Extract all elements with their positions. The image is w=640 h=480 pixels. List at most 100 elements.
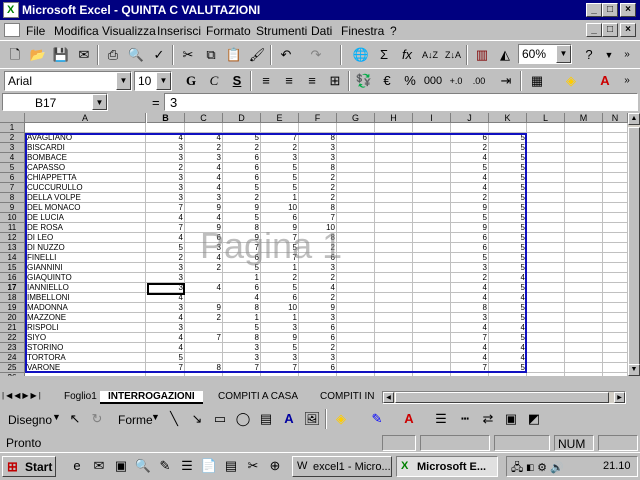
help-icon[interactable]: ? (578, 44, 600, 66)
active-cell-b17[interactable] (147, 283, 185, 295)
column-header-l[interactable]: L (527, 113, 565, 123)
open-icon[interactable]: 📂 (27, 44, 49, 66)
menu-finestra[interactable]: Finestra (341, 24, 384, 38)
column-header-c[interactable]: C (185, 113, 223, 123)
cell-a[interactable] (27, 123, 144, 133)
euro-icon[interactable]: € (376, 70, 398, 92)
horizontal-scrollbar[interactable]: ◀ ▶ (382, 391, 626, 404)
row-header[interactable]: 18 (0, 293, 25, 303)
arrow-style-icon[interactable]: ⇄ (477, 408, 499, 430)
zoom-select[interactable]: 60% ▼ (518, 44, 572, 64)
scroll-left-icon[interactable]: ◀ (383, 392, 394, 403)
row-header[interactable]: 12 (0, 233, 25, 243)
cell-e[interactable] (263, 123, 297, 133)
italic-icon[interactable]: C (203, 70, 225, 92)
row-header[interactable]: 10 (0, 213, 25, 223)
doc-close-button[interactable]: × (620, 23, 636, 37)
copy-icon[interactable]: ⧉ (200, 44, 222, 66)
scroll-down-icon[interactable]: ▼ (628, 364, 640, 376)
menu-dati[interactable]: Dati (311, 24, 332, 38)
cell-k[interactable] (491, 123, 525, 133)
more-buttons-icon[interactable]: » (616, 44, 638, 66)
underline-icon[interactable]: S (226, 70, 248, 92)
outlook-icon[interactable]: ✉ (88, 455, 110, 477)
tab-foglio1[interactable]: Foglio1 (56, 391, 105, 404)
row-header[interactable]: 13 (0, 243, 25, 253)
desktop-icon[interactable]: ▣ (110, 455, 132, 477)
select-all-corner[interactable] (0, 113, 25, 123)
borders-icon[interactable]: ▦ (526, 70, 548, 92)
align-right-icon[interactable]: ≡ (301, 70, 323, 92)
draw-menu[interactable]: Disegno (8, 413, 52, 427)
autoshapes-menu[interactable]: Forme (118, 413, 153, 427)
paste-icon[interactable]: 📋 (223, 44, 245, 66)
wordart-icon[interactable]: A (278, 408, 300, 430)
row-header[interactable]: 21 (0, 323, 25, 333)
merge-center-icon[interactable]: ⊞ (324, 70, 346, 92)
task-microsoft-excel[interactable]: X Microsoft E... (396, 456, 498, 477)
currency-icon[interactable]: 💱 (353, 70, 375, 92)
font-color-icon[interactable]: A (398, 408, 420, 430)
drawing-icon[interactable]: ◭ (494, 44, 516, 66)
sort-descending-icon[interactable]: Z↓A (442, 44, 464, 66)
spelling-icon[interactable]: ✓ (148, 44, 170, 66)
row-header[interactable]: 20 (0, 313, 25, 323)
row-header[interactable]: 1 (0, 123, 25, 133)
row-header[interactable]: 15 (0, 263, 25, 273)
bold-icon[interactable]: G (180, 70, 202, 92)
function-icon[interactable]: fx (396, 44, 418, 66)
font-color-icon[interactable]: A (594, 70, 616, 92)
row-header[interactable]: 2 (0, 133, 25, 143)
column-header-j[interactable]: J (451, 113, 489, 123)
row-header[interactable]: 23 (0, 343, 25, 353)
chevron-down-icon[interactable]: ▼ (116, 72, 131, 90)
hscroll-thumb[interactable] (395, 392, 609, 403)
row-header[interactable]: 4 (0, 153, 25, 163)
row-header[interactable]: 17 (0, 283, 25, 293)
formula-input[interactable]: 3 (164, 93, 638, 111)
row-header[interactable]: 16 (0, 273, 25, 283)
cell-j[interactable] (453, 123, 487, 133)
save-icon[interactable]: 💾 (50, 44, 72, 66)
chevron-down-icon[interactable]: ▼ (52, 412, 61, 422)
row-header[interactable]: 3 (0, 143, 25, 153)
quicklaunch-icon-2[interactable]: ☰ (176, 455, 198, 477)
print-icon[interactable]: ⎙ (102, 44, 124, 66)
column-header-k[interactable]: K (489, 113, 527, 123)
line-style-icon[interactable]: ☰ (430, 408, 452, 430)
select-objects-icon[interactable]: ↖ (64, 408, 86, 430)
row-header[interactable]: 11 (0, 223, 25, 233)
align-center-icon[interactable]: ≡ (278, 70, 300, 92)
new-icon[interactable]: 🗋 (4, 44, 26, 66)
thousands-icon[interactable]: 000 (422, 70, 444, 92)
ie-icon[interactable]: e (66, 455, 88, 477)
3d-icon[interactable]: ◩ (523, 408, 545, 430)
clipart-icon[interactable]: 🖼 (301, 408, 323, 430)
menu-file[interactable]: File (26, 24, 45, 38)
maximize-button[interactable]: □ (602, 3, 618, 17)
row-header[interactable]: 8 (0, 193, 25, 203)
column-header-e[interactable]: E (261, 113, 299, 123)
cell-d[interactable] (225, 123, 259, 133)
minimize-button[interactable]: _ (586, 3, 602, 17)
name-box[interactable]: B17 ▼ (2, 93, 108, 111)
row-header[interactable]: 25 (0, 363, 25, 373)
menu-visualizza[interactable]: Visualizza (102, 24, 156, 38)
tray-icons[interactable]: 🖧 ◧ ⚙ 🔊 (511, 459, 564, 478)
worksheet-grid[interactable]: ABCDEFGHIJKLMN 1 2 AVAGLIANO 4 4 5 7 8 6 5 3 BISCAR… (0, 113, 628, 376)
cell-f[interactable] (301, 123, 335, 133)
task-excel1[interactable]: W excel1 - Micro... (292, 456, 392, 477)
chevron-down-icon[interactable]: ▼ (151, 412, 160, 422)
decrease-decimal-icon[interactable]: .00 (468, 70, 490, 92)
oval-icon[interactable]: ◯ (232, 408, 254, 430)
quicklaunch-icon-5[interactable]: ✂ (242, 455, 264, 477)
menu-formato[interactable]: Formato (206, 24, 251, 38)
more-buttons-icon[interactable]: » (616, 70, 638, 92)
row-header[interactable]: 5 (0, 163, 25, 173)
column-header-a[interactable]: A (25, 113, 146, 123)
sort-ascending-icon[interactable]: A↓Z (419, 44, 441, 66)
percent-icon[interactable]: % (399, 70, 421, 92)
quicklaunch-icon-3[interactable]: 📄 (198, 455, 220, 477)
menu-modifica[interactable]: Modifica (54, 24, 99, 38)
tab-compiti-in[interactable]: COMPITI IN (312, 391, 378, 404)
